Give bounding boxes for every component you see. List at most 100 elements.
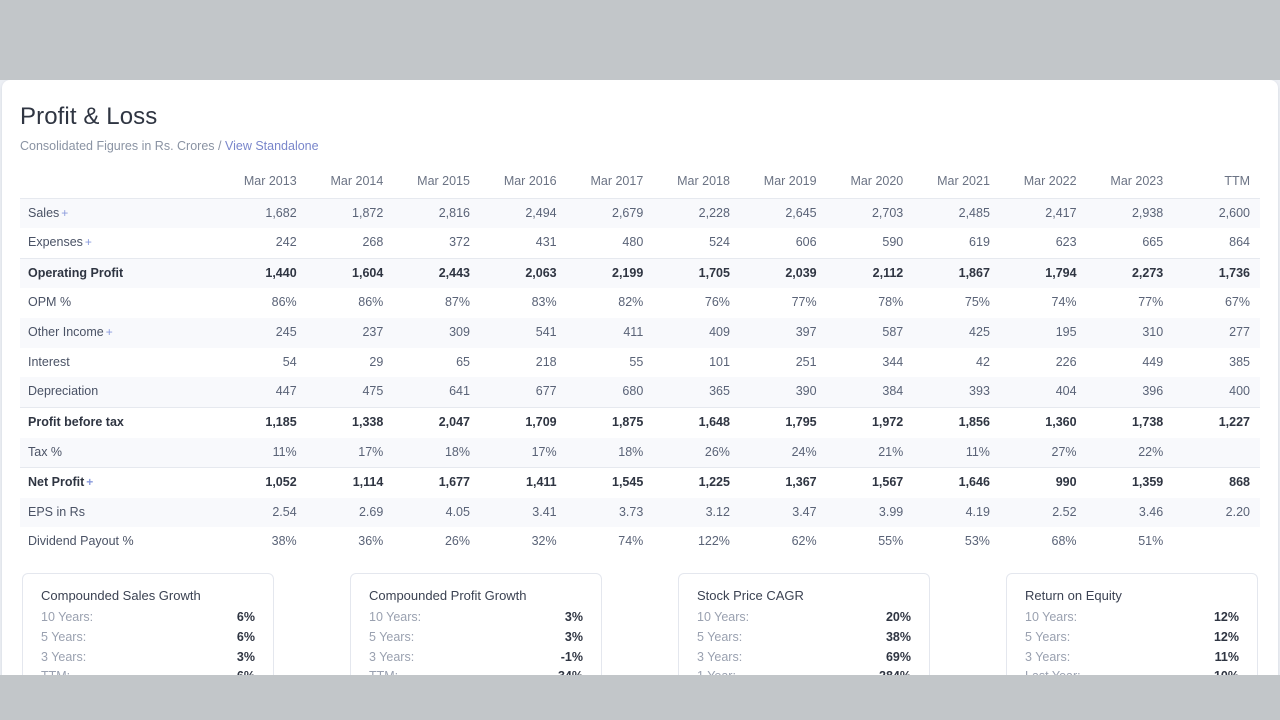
growth-card: Return on Equity 10 Years: 12% 5 Years: 12% 3… (1006, 573, 1258, 675)
table-cell: 1,411 (479, 467, 567, 498)
row-label-text: Profit before tax (28, 414, 124, 429)
table-cell: 83% (531, 295, 557, 310)
table-cell: 2,417 (999, 198, 1087, 229)
row-label: Sales + (20, 198, 220, 229)
table-cell: 475 (306, 377, 394, 408)
growth-card-title: Compounded Profit Growth (369, 588, 527, 603)
table-cell: 2,938 (1086, 198, 1174, 229)
row-label-text: Net Profit (28, 475, 85, 490)
table-cell: 17% (479, 437, 567, 468)
table-row: OPM % 86% 86% 87% 83% 82% 76% 77% 78% 75% 74% 77% 67… (20, 288, 1260, 318)
table-cell: 2.52 (999, 497, 1087, 528)
table-cell: 1,867 (913, 257, 1000, 289)
expand-plus-icon[interactable]: + (106, 325, 113, 339)
column-header-mar-2014: Mar 2014 (306, 169, 394, 199)
row-label: Depreciation (20, 377, 220, 408)
row-label-text: Interest (28, 354, 70, 369)
row-label: Net Profit + (20, 467, 220, 498)
growth-card-line: 3 Years: 3% (41, 648, 255, 668)
table-cell: 1,795 (739, 406, 827, 438)
table-cell: 431 (535, 235, 557, 250)
row-label: Interest (20, 348, 220, 378)
table-cell: 195 (999, 318, 1087, 348)
table-body: Sales +1,682 1,872 2,816 2,494 2,679 2,228 2,64… (20, 198, 1260, 557)
column-header-label (20, 169, 220, 199)
table-cell: 1,972 (826, 406, 914, 438)
growth-card-line: 10 Years: 20% (697, 608, 911, 628)
growth-card-line: 5 Years: 12% (1025, 628, 1239, 648)
row-label-text: Other Income (28, 325, 104, 339)
table-cell: 1,114 (306, 467, 394, 498)
table-cell: 1,440 (220, 257, 307, 289)
table-cell: 86% (271, 295, 297, 310)
table-cell: 310 (1086, 318, 1174, 348)
expand-plus-icon[interactable]: + (85, 235, 92, 249)
table-cell: 623 (1055, 235, 1077, 250)
table-cell: 122% (697, 534, 730, 549)
table-cell: 268 (362, 235, 384, 250)
table-cell: 1,225 (653, 467, 740, 498)
row-label: Other Income + (20, 318, 220, 348)
growth-line-value: 20% (885, 610, 911, 624)
growth-card-line: TTM: -34% (369, 667, 583, 675)
row-label-text: Operating Profit (28, 265, 124, 280)
table-cell (1173, 527, 1260, 557)
table-cell: 65 (456, 354, 470, 369)
table-cell: 11% (220, 437, 307, 468)
table-cell: 1,875 (566, 406, 654, 438)
table-cell: 75% (964, 295, 990, 310)
row-label-text: EPS in Rs (28, 504, 85, 519)
table-cell: 3.99 (826, 497, 914, 528)
view-standalone-link[interactable]: View Standalone (225, 139, 319, 153)
table-row: Sales +1,682 1,872 2,816 2,494 2,679 2,228 2,64… (20, 198, 1260, 229)
table-cell: 218 (535, 354, 557, 369)
growth-card-line: 5 Years: 3% (369, 628, 583, 648)
row-label: Expenses + (20, 228, 220, 258)
growth-line-value: -34% (554, 668, 583, 675)
table-cell: 447 (220, 377, 307, 408)
table-cell: 26% (444, 534, 470, 549)
growth-line-value: 6% (236, 610, 255, 624)
table-cell: 1,359 (1086, 467, 1174, 498)
growth-line-label: 10 Years: (697, 610, 750, 624)
table-cell: 1,648 (653, 406, 740, 438)
growth-line-value: 6% (236, 629, 255, 644)
table-header-row: Mar 2013 Mar 2014 Mar 2015 Mar 2016 Mar 2017… (20, 169, 1260, 199)
table-cell: 990 (999, 467, 1087, 498)
table-cell: 344 (882, 354, 904, 369)
growth-line-label: 1 Year: (697, 668, 736, 675)
table-cell: 385 (1229, 354, 1250, 369)
table-cell: 2,816 (393, 198, 480, 229)
expand-plus-icon[interactable]: + (61, 206, 68, 220)
subtitle-text: Consolidated Figures in Rs. Crores (20, 139, 215, 153)
table-row: Interest 54 29 65 218 55 101 251 344 42 226 449 385 (20, 348, 1260, 378)
table-cell: 384 (826, 377, 914, 408)
table-cell: 101 (709, 354, 730, 369)
growth-card-title: Stock Price CAGR (697, 588, 804, 603)
table-cell: 18% (566, 437, 654, 468)
row-label: EPS in Rs (20, 497, 220, 528)
table-cell: 245 (220, 318, 307, 348)
row-label-text: Depreciation (28, 384, 99, 399)
table-cell (1173, 437, 1260, 468)
table-cell: 1,736 (1173, 257, 1260, 289)
table-cell: 55% (878, 534, 904, 549)
table-cell: 82% (618, 295, 644, 310)
table-cell: 2.20 (1173, 497, 1260, 528)
expand-plus-icon[interactable]: + (86, 475, 93, 489)
table-cell: 1,646 (913, 467, 1000, 498)
table-cell: 868 (1173, 467, 1260, 498)
table-cell: 1,705 (653, 257, 740, 289)
table-cell: 3.73 (566, 497, 654, 528)
profit-loss-card-body: Profit & Loss Consolidated Figures in Rs… (2, 80, 1278, 675)
growth-line-label: 5 Years: (41, 629, 87, 644)
table-cell: 24% (739, 437, 827, 468)
growth-line-value: 11% (1214, 649, 1239, 664)
column-header-mar-2016: Mar 2016 (479, 169, 567, 199)
growth-line-label: 10 Years: (369, 610, 422, 624)
profit-loss-card: Profit & Loss Consolidated Figures in Rs… (2, 80, 1278, 675)
table-cell: 4.19 (913, 497, 1000, 528)
growth-line-value: 3% (564, 629, 583, 644)
table-cell: 18% (393, 437, 480, 468)
table-cell: 226 (1055, 354, 1077, 369)
